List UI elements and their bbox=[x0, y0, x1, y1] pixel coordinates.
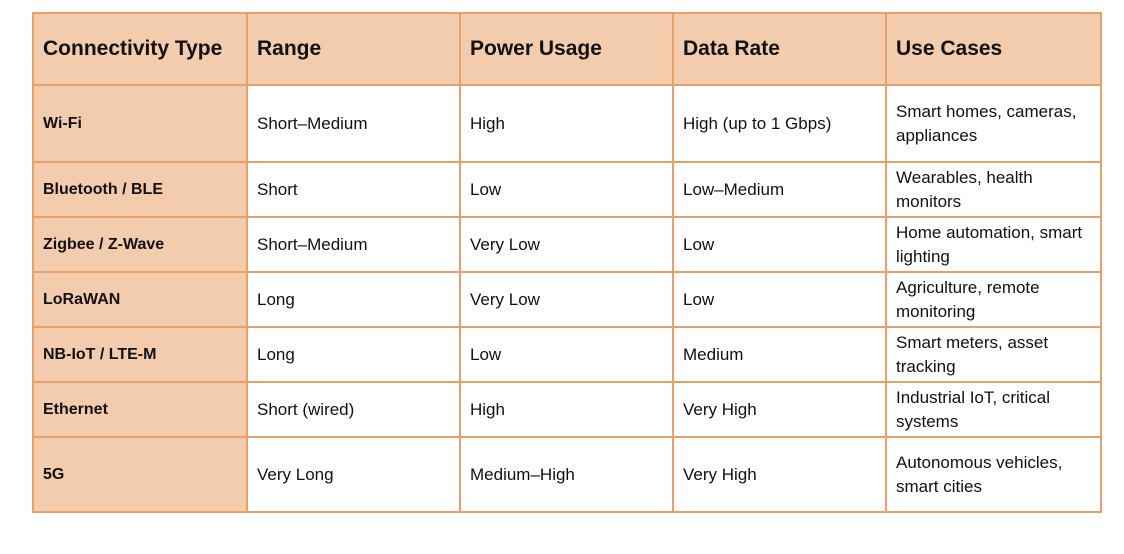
cell-range: Short bbox=[246, 161, 461, 218]
cell-connectivity-type: Bluetooth / BLE bbox=[32, 161, 248, 218]
cell-power-usage: Very Low bbox=[459, 216, 674, 273]
cell-connectivity-type: Ethernet bbox=[32, 381, 248, 438]
cell-range: Long bbox=[246, 271, 461, 328]
cell-data-rate: High (up to 1 Gbps) bbox=[672, 84, 887, 163]
cell-connectivity-type: NB-IoT / LTE-M bbox=[32, 326, 248, 383]
header-power-usage: Power Usage bbox=[459, 12, 674, 86]
cell-connectivity-type: 5G bbox=[32, 436, 248, 513]
cell-range: Very Long bbox=[246, 436, 461, 513]
cell-connectivity-type: LoRaWAN bbox=[32, 271, 248, 328]
cell-power-usage: Low bbox=[459, 326, 674, 383]
cell-connectivity-type: Zigbee / Z-Wave bbox=[32, 216, 248, 273]
cell-data-rate: Very High bbox=[672, 381, 887, 438]
table-row: NB-IoT / LTE-M Long Low Medium Smart met… bbox=[32, 326, 1102, 383]
cell-range: Long bbox=[246, 326, 461, 383]
cell-use-cases: Smart homes, cameras, appliances bbox=[885, 84, 1102, 163]
cell-use-cases: Home automation, smart lighting bbox=[885, 216, 1102, 273]
cell-use-cases: Industrial IoT, critical systems bbox=[885, 381, 1102, 438]
header-connectivity-type: Connectivity Type bbox=[32, 12, 248, 86]
table-row: LoRaWAN Long Very Low Low Agriculture, r… bbox=[32, 271, 1102, 328]
table-row: Wi-Fi Short–Medium High High (up to 1 Gb… bbox=[32, 84, 1102, 163]
cell-range: Short–Medium bbox=[246, 216, 461, 273]
cell-power-usage: Very Low bbox=[459, 271, 674, 328]
cell-range: Short (wired) bbox=[246, 381, 461, 438]
header-range: Range bbox=[246, 12, 461, 86]
cell-use-cases: Smart meters, asset tracking bbox=[885, 326, 1102, 383]
table-row: Ethernet Short (wired) High Very High In… bbox=[32, 381, 1102, 438]
table-row: Zigbee / Z-Wave Short–Medium Very Low Lo… bbox=[32, 216, 1102, 273]
header-use-cases: Use Cases bbox=[885, 12, 1102, 86]
header-data-rate: Data Rate bbox=[672, 12, 887, 86]
table-row: Bluetooth / BLE Short Low Low–Medium Wea… bbox=[32, 161, 1102, 218]
connectivity-table: Connectivity Type Range Power Usage Data… bbox=[32, 12, 1102, 513]
cell-power-usage: High bbox=[459, 84, 674, 163]
cell-use-cases: Autonomous vehicles, smart cities bbox=[885, 436, 1102, 513]
table-row: 5G Very Long Medium–High Very High Auton… bbox=[32, 436, 1102, 513]
cell-range: Short–Medium bbox=[246, 84, 461, 163]
cell-data-rate: Low bbox=[672, 216, 887, 273]
cell-data-rate: Low bbox=[672, 271, 887, 328]
cell-data-rate: Medium bbox=[672, 326, 887, 383]
cell-use-cases: Agriculture, remote monitoring bbox=[885, 271, 1102, 328]
cell-power-usage: Medium–High bbox=[459, 436, 674, 513]
cell-use-cases: Wearables, health monitors bbox=[885, 161, 1102, 218]
cell-data-rate: Very High bbox=[672, 436, 887, 513]
header-row: Connectivity Type Range Power Usage Data… bbox=[32, 12, 1102, 86]
cell-power-usage: High bbox=[459, 381, 674, 438]
cell-power-usage: Low bbox=[459, 161, 674, 218]
cell-connectivity-type: Wi-Fi bbox=[32, 84, 248, 163]
cell-data-rate: Low–Medium bbox=[672, 161, 887, 218]
